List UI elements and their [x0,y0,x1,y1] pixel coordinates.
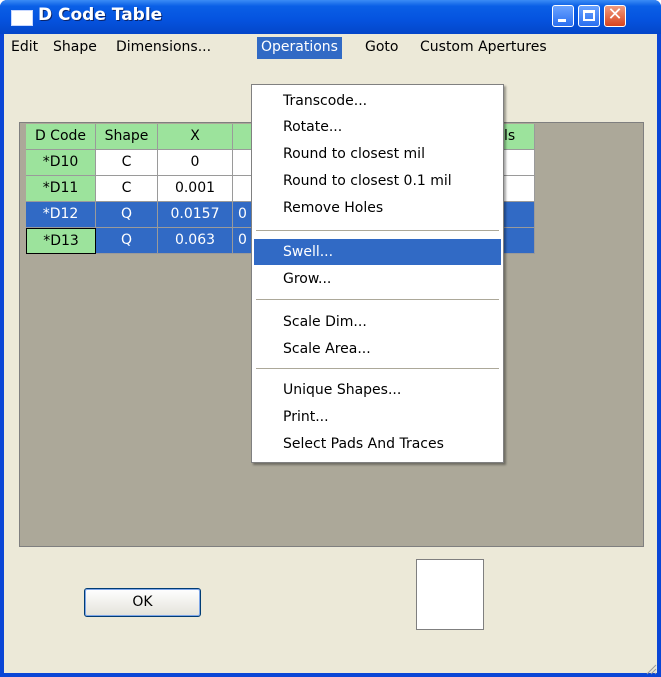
menu-item-swell[interactable]: Swell... [254,239,501,265]
maximize-icon [583,10,595,21]
table-cell-y[interactable]: 0 [233,202,253,228]
menu-item-grow[interactable]: Grow... [254,266,501,292]
table-row-dcode[interactable]: *D12 [26,202,96,228]
menu-item-unique-shapes[interactable]: Unique Shapes... [254,377,501,403]
table-cell-shape[interactable]: Q [96,202,158,228]
menu-separator [256,368,499,369]
menu-item-round-mil[interactable]: Round to closest mil [254,141,501,167]
menu-edit[interactable]: Edit [7,37,42,59]
menu-shape[interactable]: Shape [49,37,101,59]
menu-bar: Edit Shape Dimensions... Operations Goto… [4,34,657,60]
column-header-shape[interactable]: Shape [96,124,158,150]
menu-item-select-pads-traces[interactable]: Select Pads And Traces [254,431,501,457]
title-bar[interactable]: D Code Table ✕ [0,0,661,34]
menu-item-print[interactable]: Print... [254,404,501,430]
column-header-x[interactable]: X [158,124,233,150]
table-cell-shape[interactable]: C [96,150,158,176]
menu-item-scale-dim[interactable]: Scale Dim... [254,309,501,335]
aperture-preview [416,559,484,630]
menu-dimensions[interactable]: Dimensions... [112,37,215,59]
column-header-dcode[interactable]: D Code [26,124,96,150]
column-header-y[interactable] [233,124,253,150]
close-button[interactable]: ✕ [604,4,626,27]
table-row-dcode[interactable]: *D10 [26,150,96,176]
table-cell-holes[interactable] [504,150,535,176]
minimize-icon [558,19,566,22]
table-cell-holes[interactable] [504,202,535,228]
menu-custom-apertures[interactable]: Custom Apertures [416,37,551,59]
menu-item-transcode[interactable]: Transcode... [254,88,501,114]
operations-menu: Transcode... Rotate... Round to closest … [251,84,504,463]
menu-goto[interactable]: Goto [361,37,402,59]
column-header-holes[interactable]: ls [504,124,535,150]
menu-operations[interactable]: Operations [257,37,342,59]
resize-grip-icon[interactable] [645,663,657,675]
close-icon: ✕ [607,4,623,25]
table-cell-x[interactable]: 0.063 [158,228,233,254]
menu-item-remove-holes[interactable]: Remove Holes [254,195,501,221]
table-cell-holes[interactable] [504,228,535,254]
table-cell-y[interactable] [233,176,253,202]
table-row-dcode[interactable]: *D11 [26,176,96,202]
table-cell-y[interactable]: 0 [233,228,253,254]
menu-separator [256,299,499,300]
maximize-button[interactable] [578,5,600,27]
menu-item-rotate[interactable]: Rotate... [254,114,501,140]
menu-separator [256,230,499,231]
menu-item-round-01-mil[interactable]: Round to closest 0.1 mil [254,168,501,194]
table-cell-x[interactable]: 0 [158,150,233,176]
menu-item-scale-area[interactable]: Scale Area... [254,336,501,362]
table-cell-x[interactable]: 0.0157 [158,202,233,228]
minimize-button[interactable] [552,5,574,27]
table-cell-shape[interactable]: Q [96,228,158,254]
table-row-dcode[interactable]: *D13 [26,228,96,254]
table-cell-holes[interactable] [504,176,535,202]
table-cell-shape[interactable]: C [96,176,158,202]
window-icon [11,10,33,26]
table-cell-y[interactable] [233,150,253,176]
window-title: D Code Table [38,5,163,25]
ok-button[interactable]: OK [84,588,201,617]
table-cell-x[interactable]: 0.001 [158,176,233,202]
